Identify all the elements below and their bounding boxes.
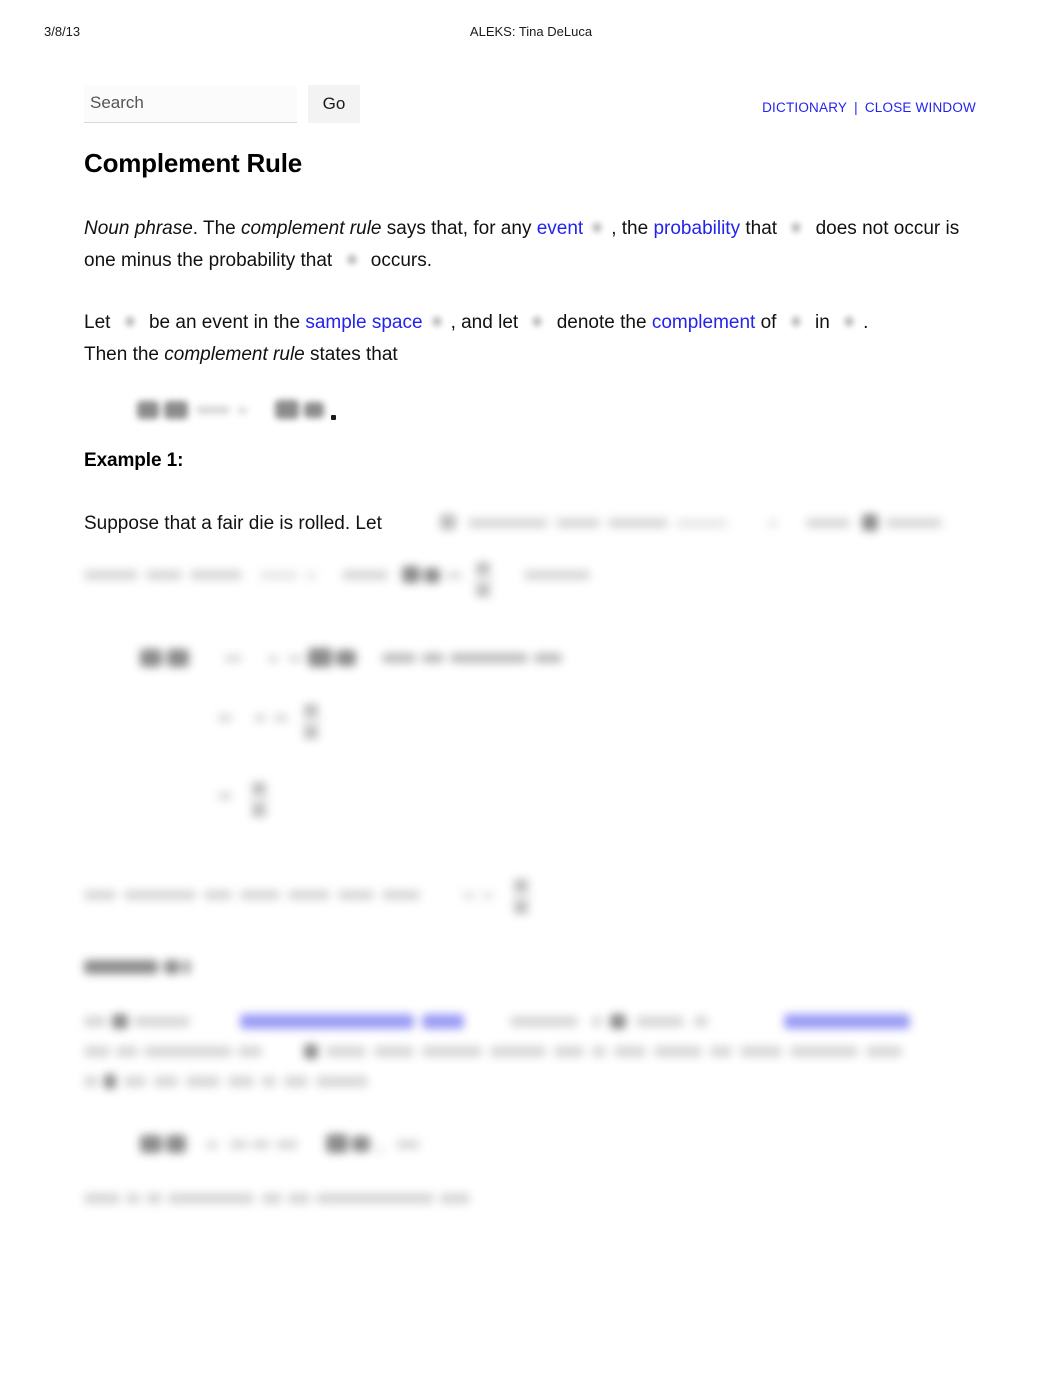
sample-space-link[interactable]: sample space xyxy=(305,312,422,333)
page-title: Complement Rule xyxy=(84,148,303,178)
definition-text-a: . The xyxy=(192,218,242,239)
example-2-paragraph xyxy=(84,1008,974,1108)
derivation-line-1-annotation xyxy=(382,645,642,671)
derivation-line-3 xyxy=(218,778,398,828)
definition-text-b: says that, for any xyxy=(381,218,537,239)
example-2-formula-image xyxy=(140,1128,500,1164)
event-link[interactable]: event xyxy=(537,218,583,239)
setup-text-h: Then the xyxy=(84,344,165,365)
math-symbol-placeholder-icon xyxy=(788,219,805,236)
setup-text-c: , and let xyxy=(450,312,524,333)
link-separator: | xyxy=(854,100,858,115)
definition-text-f: occurs. xyxy=(365,250,433,271)
setup-text-g: . xyxy=(863,312,869,333)
setup-text-d: denote the xyxy=(551,312,652,333)
setup-text-f: in xyxy=(809,312,836,333)
print-document-title: ALEKS: Tina DeLuca xyxy=(469,24,593,39)
utility-links: DICTIONARY | CLOSE WINDOW xyxy=(762,100,976,115)
search-input[interactable] xyxy=(84,85,297,123)
example-1-text: Suppose that a fair die is rolled. Let xyxy=(84,513,388,534)
setup-text-b: be an event in the xyxy=(143,312,306,333)
example-1-conclusion xyxy=(84,876,604,926)
definition-paragraph: Noun phrase. The complement rule says th… xyxy=(84,213,984,277)
math-symbol-placeholder-icon xyxy=(589,219,606,236)
example-1-math-line-2 xyxy=(84,560,644,606)
formula-trailing-period xyxy=(331,415,336,420)
math-symbol-placeholder-icon xyxy=(841,313,858,330)
complement-link[interactable]: complement xyxy=(652,312,756,333)
part-of-speech-label: Noun phrase xyxy=(84,218,193,239)
setup-text-a: Let xyxy=(84,312,116,333)
complement-rule-formula-image xyxy=(134,392,364,426)
math-symbol-placeholder-icon xyxy=(121,313,138,330)
setup-term-italic: complement rule xyxy=(164,344,305,365)
setup-paragraph: Let be an event in the sample space , and… xyxy=(84,307,984,371)
example-2-closing-sentence xyxy=(84,1186,504,1212)
example-1-math-line-1 xyxy=(438,508,958,536)
math-symbol-placeholder-icon xyxy=(343,251,360,268)
print-header: 3/8/13 ALEKS: Tina DeLuca xyxy=(0,24,1062,44)
setup-text-i: states that xyxy=(304,344,398,365)
derivation-line-1 xyxy=(140,642,660,676)
definition-term-italic: complement rule xyxy=(241,218,382,239)
search-bar: Go xyxy=(84,85,364,125)
math-symbol-placeholder-icon xyxy=(787,313,804,330)
derivation-line-2 xyxy=(218,700,438,750)
definition-text-c: , the xyxy=(611,218,654,239)
math-symbol-placeholder-icon xyxy=(428,313,445,330)
example-1-heading: Example 1: xyxy=(84,450,184,471)
example-2-heading-image xyxy=(84,955,214,981)
definition-text-d: that xyxy=(740,218,783,239)
math-symbol-placeholder-icon xyxy=(529,313,546,330)
article-body: Complement Rule Noun phrase. The complem… xyxy=(84,148,984,377)
setup-text-e: of xyxy=(755,312,782,333)
probability-link[interactable]: probability xyxy=(653,218,740,239)
search-go-button[interactable]: Go xyxy=(308,85,360,123)
dictionary-link[interactable]: DICTIONARY xyxy=(762,100,847,115)
close-window-link[interactable]: CLOSE WINDOW xyxy=(865,100,976,115)
